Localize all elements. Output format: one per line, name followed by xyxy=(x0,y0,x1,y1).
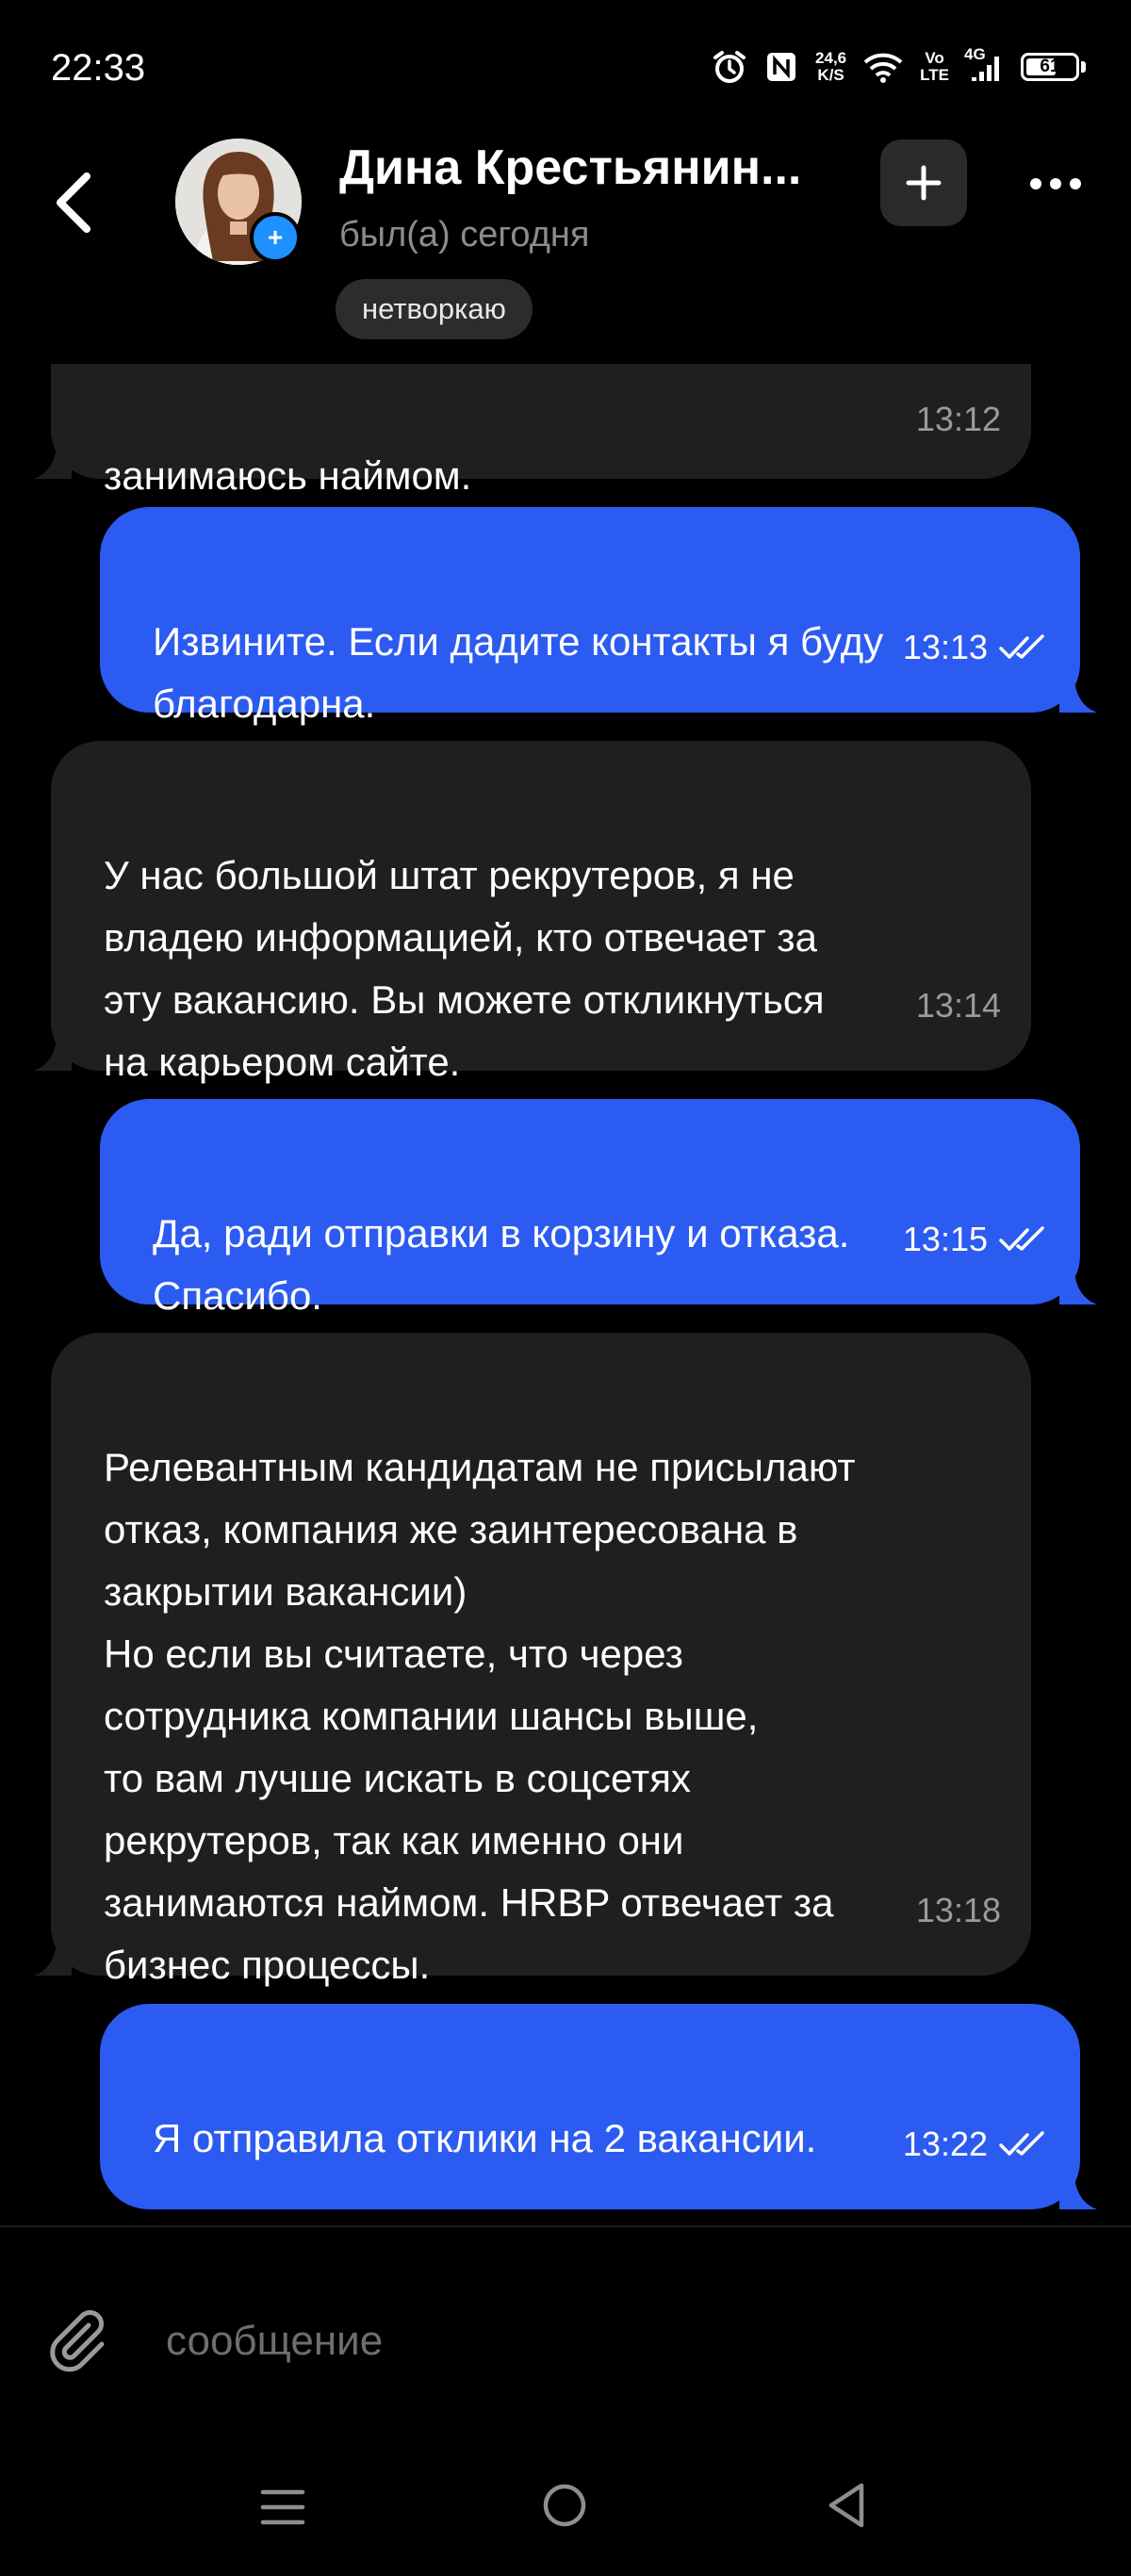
message-text: Да, ради отправки в корзину и отказа. Сп… xyxy=(153,1211,850,1318)
battery-level: 61 xyxy=(1040,57,1060,76)
message-incoming[interactable]: занимаюсь наймом. 13:12 xyxy=(51,364,1031,498)
message-text: Извините. Если дадите контакты я буду бл… xyxy=(153,619,884,726)
message-time: 13:18 xyxy=(915,1891,1001,1929)
message-outgoing[interactable]: Да, ради отправки в корзину и отказа. Сп… xyxy=(100,1099,1080,1318)
message-incoming[interactable]: Релевантным кандидатам не присылают отка… xyxy=(51,1333,1031,1987)
alarm-icon xyxy=(712,49,747,85)
message-text: Релевантным кандидатам не присылают отка… xyxy=(104,1445,856,1987)
bubble-tail xyxy=(34,441,72,479)
bubble-tail xyxy=(1059,2172,1097,2209)
double-check-icon xyxy=(999,634,1044,659)
nav-home-button[interactable] xyxy=(541,2482,588,2529)
message-meta: 13:18 xyxy=(916,1879,1001,1942)
message-time: 13:15 xyxy=(902,1220,988,1258)
bubble-tail xyxy=(1059,675,1097,713)
more-icon xyxy=(1030,178,1041,189)
message-meta: 13:15 xyxy=(903,1208,1052,1271)
back-button[interactable] xyxy=(45,165,102,240)
message-time: 13:12 xyxy=(915,400,1001,438)
bubble-tail xyxy=(34,1033,72,1071)
paperclip-icon xyxy=(50,2310,105,2372)
bubble-tail xyxy=(34,1938,72,1976)
menu-icon xyxy=(260,2489,305,2525)
triangle-back-icon xyxy=(828,2483,864,2528)
message-meta: 13:22 xyxy=(903,2113,1052,2175)
message-text: Я отправила отклики на 2 вакансии. xyxy=(153,2116,817,2160)
message-outgoing[interactable]: Извините. Если дадите контакты я буду бл… xyxy=(100,507,1080,726)
nav-back-button[interactable] xyxy=(826,2481,867,2530)
add-button[interactable] xyxy=(880,139,967,226)
message-meta: 13:14 xyxy=(916,975,1001,1037)
network-type: 4G xyxy=(964,45,986,63)
message-text: У нас большой штат рекрутеров, я не влад… xyxy=(104,853,825,1084)
plus-icon xyxy=(906,165,942,201)
bubble-tail xyxy=(1059,1267,1097,1304)
contact-status: был(а) сегодня xyxy=(339,215,590,254)
composer-divider xyxy=(0,2225,1131,2227)
volte-top: Vo xyxy=(925,49,944,67)
double-check-icon xyxy=(999,2131,1044,2156)
message-meta: 13:13 xyxy=(903,616,1052,679)
message-time: 13:14 xyxy=(915,986,1001,1025)
volte-bottom: LTE xyxy=(920,66,949,84)
more-options-button[interactable] xyxy=(1018,151,1093,217)
nfc-icon xyxy=(764,50,798,84)
message-meta: 13:12 xyxy=(916,388,1001,451)
network-speed: 24,6 K/S xyxy=(815,50,846,84)
battery-icon: 61 xyxy=(1021,53,1086,81)
add-contact-badge-icon[interactable]: + xyxy=(250,212,301,263)
message-text: занимаюсь наймом. xyxy=(104,453,472,498)
message-outgoing[interactable]: Я отправила отклики на 2 вакансии. 13:22 xyxy=(100,2004,1080,2209)
message-input[interactable] xyxy=(164,2307,1016,2375)
message-time: 13:13 xyxy=(902,628,988,666)
signal-icon: 4G xyxy=(964,45,1004,83)
speed-unit: K/S xyxy=(817,66,844,84)
status-time: 22:33 xyxy=(51,47,146,89)
wifi-icon xyxy=(863,51,903,83)
volte-indicator: Vo LTE xyxy=(920,50,949,84)
message-time: 13:22 xyxy=(902,2125,988,2163)
attach-button[interactable] xyxy=(43,2305,111,2372)
nav-recents-button[interactable] xyxy=(259,2486,306,2528)
contact-tag[interactable]: нетворкаю xyxy=(336,279,533,339)
contact-name[interactable]: Дина Крестьянин... xyxy=(339,139,839,196)
chevron-left-icon xyxy=(57,172,90,233)
message-incoming[interactable]: У нас большой штат рекрутеров, я не влад… xyxy=(51,741,1031,1084)
status-icons: 24,6 K/S Vo LTE 4G 61 xyxy=(712,45,1086,85)
home-circle-icon xyxy=(543,2484,586,2527)
speed-value: 24,6 xyxy=(815,49,847,67)
double-check-icon xyxy=(999,1226,1044,1251)
